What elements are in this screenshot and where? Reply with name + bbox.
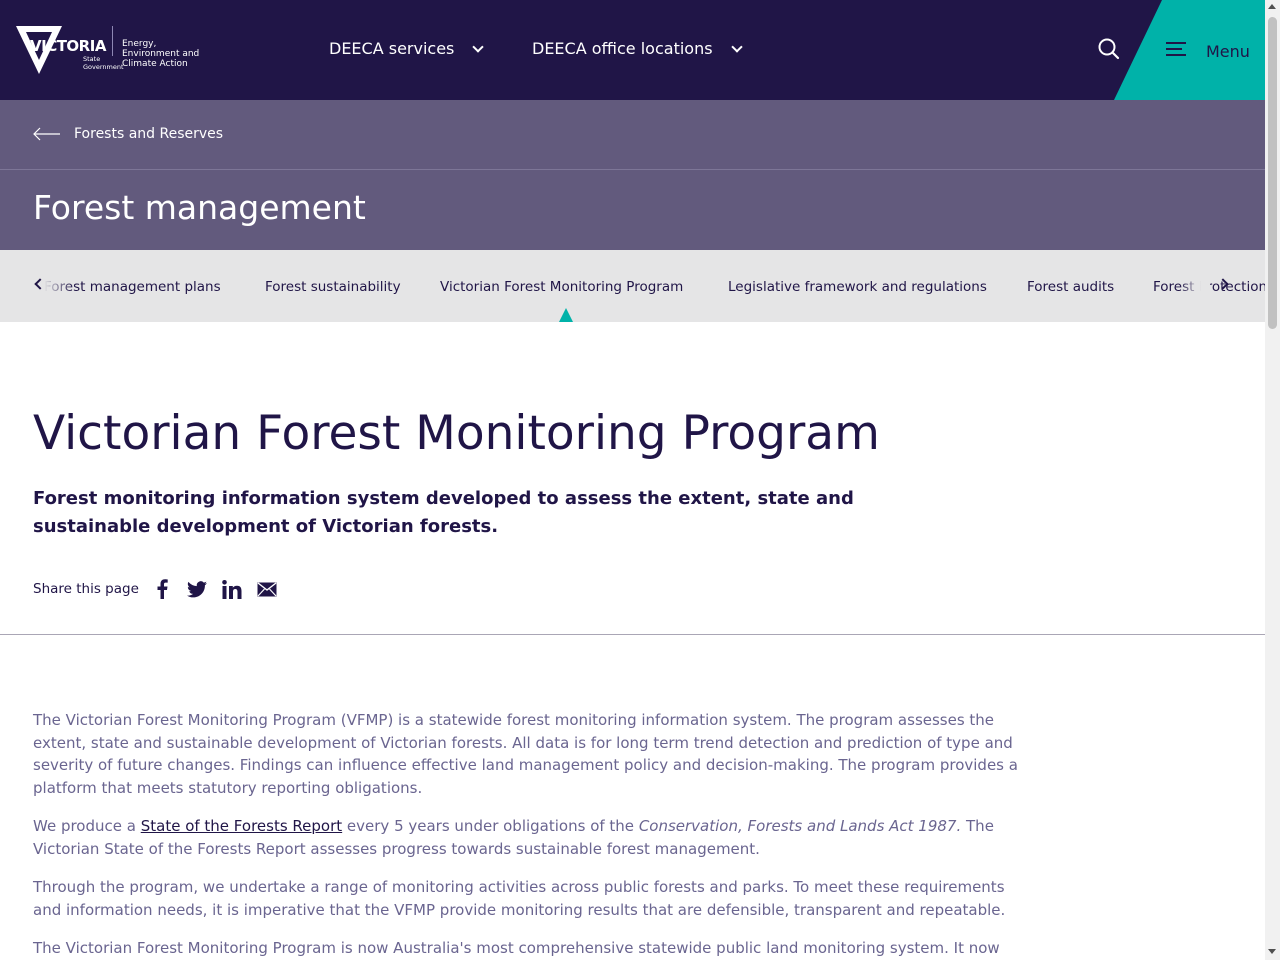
page-header-band (0, 100, 1265, 250)
band-divider (0, 169, 1265, 170)
breadcrumb-back-link[interactable]: Forests and Reserves (33, 126, 223, 142)
email-icon[interactable] (256, 578, 278, 600)
nav-label: DEECA services (329, 39, 455, 58)
paragraph: Through the program, we undertake a rang… (33, 878, 1006, 919)
scroll-down-arrow-icon[interactable] (1268, 949, 1276, 954)
hamburger-icon[interactable] (1166, 42, 1186, 56)
share-label: Share this page (33, 581, 139, 597)
menu-label[interactable]: Menu (1206, 42, 1250, 61)
state-of-forests-report-link[interactable]: State of the Forests Report (141, 817, 342, 835)
page-intro: Forest monitoring information system dev… (33, 488, 854, 537)
tabs-fade-right (1180, 250, 1210, 322)
nav-label: DEECA office locations (532, 39, 713, 58)
share-bar: Share this page (33, 578, 291, 600)
section-title: Forest management (33, 188, 366, 227)
paragraph: The Victorian Forest Monitoring Program … (33, 939, 1000, 957)
logo-subtext: State Government (83, 55, 124, 71)
section-tabs: Forest management plans Forest sustainab… (0, 250, 1265, 322)
chevron-down-icon (730, 40, 743, 53)
page-title: Victorian Forest Monitoring Program (33, 406, 880, 461)
facebook-icon[interactable] (151, 578, 173, 600)
active-tab-indicator (559, 308, 573, 322)
tabs-fade-left (44, 250, 74, 322)
department-name: Energy, Environment and Climate Action (122, 39, 200, 69)
breadcrumb-label: Forests and Reserves (74, 126, 224, 142)
tab-victorian-forest-monitoring-program[interactable]: Victorian Forest Monitoring Program (440, 279, 683, 295)
tab-legislative-framework[interactable]: Legislative framework and regulations (728, 279, 987, 295)
page-scrollbar[interactable] (1265, 0, 1280, 960)
nav-deeca-office-locations[interactable]: DEECA office locations (532, 39, 743, 58)
search-icon[interactable] (1096, 36, 1122, 62)
paragraph: We produce a State of the Forests Report… (33, 817, 994, 858)
logo-divider (112, 26, 113, 56)
linkedin-icon[interactable] (221, 578, 243, 600)
logo-wordmark: VICTORIA (30, 37, 106, 55)
paragraph: The Victorian Forest Monitoring Program … (33, 711, 1018, 797)
chevron-down-icon (472, 40, 485, 53)
site-header: VICTORIA State Government Energy, Environ… (0, 0, 1265, 100)
scroll-up-arrow-icon[interactable] (1268, 4, 1276, 9)
twitter-icon[interactable] (186, 578, 208, 600)
vic-gov-logo[interactable]: VICTORIA State Government Energy, Environ… (16, 24, 212, 76)
content-divider (0, 634, 1265, 635)
article-body: The Victorian Forest Monitoring Program … (33, 709, 1023, 960)
scrollbar-thumb[interactable] (1268, 17, 1277, 329)
nav-deeca-services[interactable]: DEECA services (329, 39, 485, 58)
act-title: Conservation, Forests and Lands Act 1987… (638, 817, 962, 835)
arrow-left-icon (33, 127, 60, 141)
tab-forest-audits[interactable]: Forest audits (1027, 279, 1114, 295)
tab-forest-sustainability[interactable]: Forest sustainability (265, 279, 401, 295)
victoria-logo-mark: VICTORIA State Government (16, 24, 124, 76)
